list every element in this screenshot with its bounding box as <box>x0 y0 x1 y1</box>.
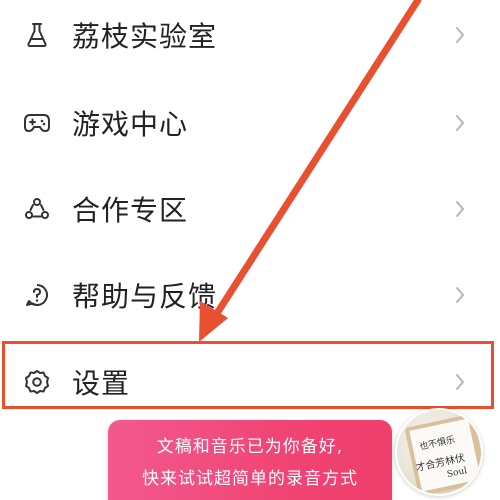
menu-item-label: 游戏中心 <box>72 108 189 141</box>
help-icon <box>22 280 52 310</box>
chevron-right-icon <box>450 194 470 224</box>
menu-item-help-feedback[interactable]: 帮助与反馈 <box>0 265 500 325</box>
menu-item-lab[interactable]: 荔枝实验室 <box>0 5 500 65</box>
menu-item-game-center[interactable]: 游戏中心 <box>0 93 500 153</box>
cooperation-icon <box>22 194 52 224</box>
menu-item-settings[interactable]: 设置 <box>0 352 500 412</box>
banner-line-2: 快来试试超简单的录音方式 <box>142 469 358 489</box>
menu-item-label: 帮助与反馈 <box>72 280 218 313</box>
menu-item-label: 设置 <box>72 367 131 400</box>
menu-item-label: 合作专区 <box>72 194 189 227</box>
promo-banner[interactable]: 文稿和音乐已为你备好, 快来试试超简单的录音方式 <box>108 420 392 500</box>
gear-icon <box>22 367 52 397</box>
chevron-right-icon <box>450 20 470 50</box>
menu-item-label: 荔枝实验室 <box>72 20 218 53</box>
chevron-right-icon <box>450 367 470 397</box>
chevron-right-icon <box>450 108 470 138</box>
flask-icon <box>22 20 52 50</box>
banner-line-1: 文稿和音乐已为你备好, <box>156 437 344 457</box>
promo-thumbnail[interactable]: 也不惧乐 才合芳林伏 Soul <box>395 408 483 496</box>
gamepad-icon <box>22 108 52 138</box>
chevron-right-icon <box>450 280 470 310</box>
menu-item-cooperation[interactable]: 合作专区 <box>0 179 500 239</box>
